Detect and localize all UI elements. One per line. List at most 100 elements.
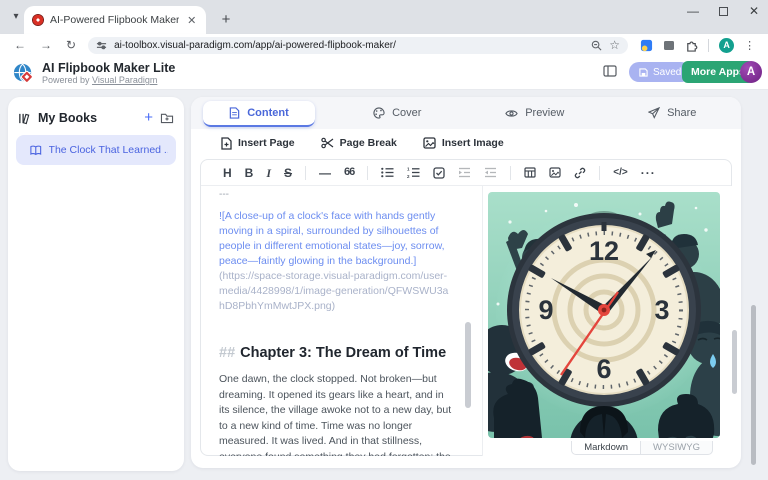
italic-icon[interactable]: I	[266, 167, 271, 179]
browser-tabstrip: ▾ AI-Powered Flipbook Maker Lit ✕ + — ✕	[0, 0, 768, 34]
bold-icon[interactable]: B	[245, 167, 254, 179]
share-icon	[648, 107, 660, 119]
insert-page-label: Insert Page	[238, 137, 295, 149]
page-break-button[interactable]: Page Break	[321, 137, 397, 149]
code-icon[interactable]: </>	[613, 168, 627, 178]
wysiwyg-mode-button[interactable]: WYSIWYG	[641, 441, 713, 455]
extension-icons: A ⋮	[640, 38, 755, 53]
clock-illustration: 12 3 6 9	[488, 192, 720, 438]
library-icon	[18, 112, 31, 125]
markdown-heading: ## Chapter 3: The Dream of Time	[219, 345, 454, 361]
format-toolbar: H B I S — 66 12 </> ···	[201, 160, 731, 186]
markdown-image-alt: ![A close-up of a clock's face with hand…	[219, 209, 454, 269]
back-icon[interactable]: ←	[14, 38, 26, 52]
new-tab-button[interactable]: +	[216, 10, 236, 30]
horizontal-rule-icon[interactable]: —	[319, 167, 331, 179]
reload-icon[interactable]: ↻	[66, 38, 76, 52]
view-tabs: Content Cover Preview Share	[191, 97, 741, 129]
tab-preview-label: Preview	[525, 107, 564, 119]
book-title: The Clock That Learned ...	[49, 144, 168, 156]
markdown-paragraph: One dawn, the clock stopped. Not broken—…	[219, 372, 454, 456]
svg-text:2: 2	[407, 174, 410, 178]
sidebar-header: My Books +	[18, 107, 174, 129]
image-icon[interactable]	[549, 167, 561, 178]
source-scrollbar[interactable]	[465, 322, 471, 408]
browser-menu-icon[interactable]: ⋮	[744, 39, 755, 52]
tab-search-chevron-icon[interactable]: ▾	[8, 9, 24, 25]
bookmark-star-icon[interactable]: ☆	[609, 38, 620, 52]
app-subtitle: Powered by Visual Paradigm	[42, 75, 157, 85]
preview-scrollbar[interactable]	[732, 330, 737, 394]
browser-profile-avatar[interactable]: A	[719, 38, 734, 53]
tab-content-pill[interactable]: Content	[203, 101, 315, 127]
markdown-mode-button[interactable]: Markdown	[571, 441, 641, 455]
window-minimize-icon[interactable]: —	[685, 4, 701, 18]
app-title: AI Flipbook Maker Lite	[42, 61, 175, 75]
sidebar-title: My Books	[38, 111, 97, 125]
link-icon[interactable]	[574, 167, 586, 179]
site-settings-icon[interactable]	[96, 40, 107, 51]
window-close-icon[interactable]: ✕	[746, 4, 762, 18]
svg-text:1: 1	[407, 167, 410, 171]
visual-paradigm-link[interactable]: Visual Paradigm	[92, 75, 157, 85]
scissors-icon	[321, 137, 334, 149]
window-maximize-icon[interactable]	[719, 7, 728, 16]
more-options-icon[interactable]: ···	[641, 167, 656, 179]
divider	[367, 166, 368, 180]
heading-text: Chapter 3: The Dream of Time	[240, 345, 446, 361]
clock-number-9: 9	[538, 295, 553, 325]
zoom-icon[interactable]	[591, 40, 602, 51]
divider	[599, 166, 600, 180]
table-icon[interactable]	[524, 167, 536, 178]
extensions-puzzle-icon[interactable]	[685, 39, 698, 52]
tab-content-label: Content	[247, 107, 289, 119]
blockquote-icon[interactable]: 66	[344, 167, 354, 178]
tab-cover[interactable]: Cover	[329, 97, 467, 129]
book-icon	[30, 145, 42, 156]
panel-toggle-icon[interactable]	[603, 65, 617, 77]
tab-favicon-icon	[32, 14, 44, 26]
markdown-image-url: (https://space-storage.visual-paradigm.c…	[219, 269, 454, 314]
tab-close-icon[interactable]: ✕	[185, 14, 198, 27]
forward-icon[interactable]: →	[40, 38, 52, 52]
editor-mode-toggle: Markdown WYSIWYG	[571, 441, 713, 455]
clock-number-12: 12	[589, 236, 619, 266]
tab-share[interactable]: Share	[604, 97, 742, 129]
insert-image-button[interactable]: Insert Image	[423, 137, 504, 149]
divider	[305, 166, 306, 180]
bullet-list-icon[interactable]	[381, 167, 394, 178]
my-books-sidebar: My Books + The Clock That Learned ...	[8, 97, 184, 471]
heading-icon[interactable]: H	[223, 167, 232, 179]
add-book-button[interactable]: +	[144, 111, 153, 125]
tab-content[interactable]: Content	[191, 97, 329, 129]
indent-icon[interactable]	[458, 167, 471, 178]
ordered-list-icon[interactable]: 12	[407, 167, 420, 178]
url-bar[interactable]: ai-toolbox.visual-paradigm.com/app/ai-po…	[88, 37, 628, 54]
saved-label: Saved	[653, 67, 681, 78]
tab-preview[interactable]: Preview	[466, 97, 604, 129]
tab-title: AI-Powered Flipbook Maker Lit	[50, 14, 179, 26]
strikethrough-icon[interactable]: S	[284, 167, 292, 179]
powered-by-text: Powered by	[42, 75, 92, 85]
insert-toolbar: Insert Page Page Break Insert Image	[191, 129, 741, 157]
page-scrollbar[interactable]	[751, 305, 756, 465]
folder-add-icon[interactable]	[160, 112, 174, 124]
heading-hash: ##	[219, 345, 235, 361]
flipbook-main-panel: Content Cover Preview Share Insert Page	[191, 97, 741, 468]
insert-page-icon	[221, 137, 232, 150]
muted-extension-icon[interactable]	[663, 39, 675, 51]
drive-extension-icon[interactable]	[640, 39, 653, 52]
save-icon	[639, 68, 648, 77]
task-list-icon[interactable]	[433, 167, 445, 179]
markdown-source-pane[interactable]: --- ![A close-up of a clock's face with …	[201, 186, 482, 456]
browser-tab[interactable]: AI-Powered Flipbook Maker Lit ✕	[24, 6, 206, 34]
clock-number-6: 6	[596, 354, 611, 384]
tab-cover-label: Cover	[392, 107, 421, 119]
workspace: My Books + The Clock That Learned ... Co…	[0, 90, 768, 480]
insert-page-button[interactable]: Insert Page	[221, 137, 295, 150]
sidebar-item-book[interactable]: The Clock That Learned ...	[16, 135, 176, 165]
app-logo	[12, 62, 35, 85]
divider	[510, 166, 511, 180]
outdent-icon[interactable]	[484, 167, 497, 178]
user-avatar[interactable]: A	[740, 61, 762, 83]
